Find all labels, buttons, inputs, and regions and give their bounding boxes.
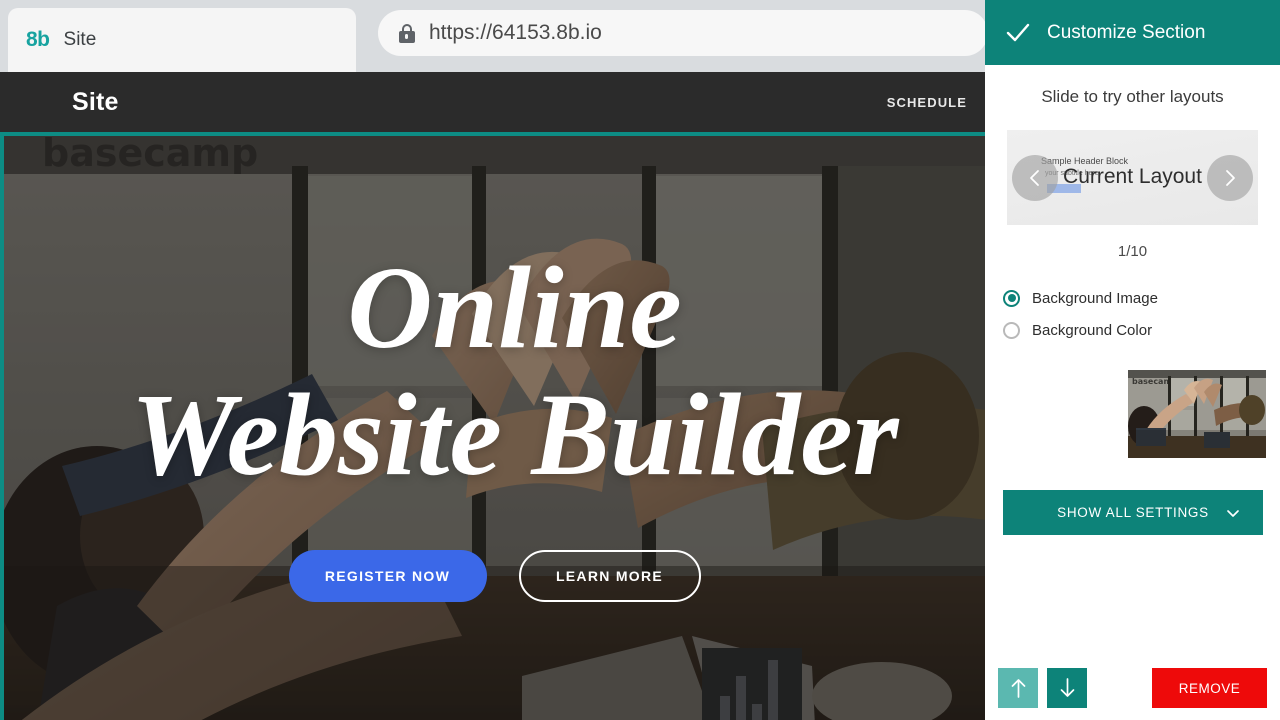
check-icon[interactable] [1003, 18, 1033, 48]
radio-background-image[interactable]: Background Image [1003, 282, 1280, 314]
show-all-settings-label: SHOW ALL SETTINGS [1057, 505, 1209, 520]
radio-background-color[interactable]: Background Color [1003, 314, 1280, 346]
radio-label-background-color: Background Color [1032, 321, 1153, 339]
chevron-down-icon [1225, 505, 1241, 521]
hero-title-line1: Online [347, 241, 682, 373]
learn-more-button[interactable]: LEARN MORE [518, 550, 701, 603]
hero-title: Online Website Builder [130, 241, 899, 500]
customize-section-panel: Customize Section Slide to try other lay… [985, 0, 1280, 720]
hero-buttons: REGISTER NOW LEARN MORE [288, 550, 701, 603]
nav-item-schedule[interactable]: SCHEDULE [887, 95, 967, 110]
chevron-left-icon [1025, 168, 1045, 188]
move-section-up-button[interactable] [998, 668, 1038, 708]
show-all-settings-button[interactable]: SHOW ALL SETTINGS [1003, 490, 1263, 535]
hero-content: Online Website Builder REGISTER NOW LEAR… [4, 136, 985, 720]
site-brand[interactable]: Site [72, 88, 119, 117]
site-header: Site SCHEDULE [0, 72, 985, 132]
arrow-up-icon [1009, 676, 1028, 700]
carousel-counter: 1/10 [1117, 243, 1148, 260]
browser-chrome: 8b Site https://64153.8b.io [0, 0, 988, 72]
carousel-prev-button[interactable] [1012, 154, 1058, 201]
panel-title: Customize Section [1047, 21, 1206, 43]
tab-title: Site [63, 29, 97, 50]
arrow-down-icon [1058, 676, 1077, 700]
radio-icon-unselected [1003, 321, 1020, 339]
hero-title-line2: Website Builder [130, 369, 899, 500]
hero-section[interactable]: basecamp Online Website Builder REGISTER… [0, 136, 985, 720]
background-image-preview[interactable]: basecamp [1128, 370, 1266, 458]
carousel-next-button[interactable] [1207, 154, 1253, 201]
tab-favicon-8b: 8b [26, 28, 50, 51]
url-text: https://64153.8b.io [429, 21, 602, 44]
move-section-down-button[interactable] [1047, 668, 1087, 708]
lock-icon [398, 23, 415, 43]
panel-header: Customize Section [985, 0, 1280, 65]
chevron-right-icon [1220, 168, 1240, 188]
radio-icon-selected [1003, 289, 1020, 307]
layout-carousel[interactable]: Sample Header Block your subtitle here C… [1007, 130, 1258, 225]
radio-label-background-image: Background Image [1032, 289, 1158, 307]
browser-tab[interactable]: 8b Site [8, 8, 356, 72]
url-bar[interactable]: https://64153.8b.io [378, 10, 988, 56]
register-now-button[interactable]: REGISTER NOW [288, 550, 487, 603]
screen: 8b Site https://64153.8b.io Site SCHEDUL… [0, 0, 1280, 720]
panel-subtitle: Slide to try other layouts [1041, 87, 1224, 106]
background-options: Background Image Background Color [1003, 282, 1280, 346]
remove-section-button[interactable]: REMOVE [1152, 668, 1267, 708]
site-nav: SCHEDULE [887, 95, 967, 110]
